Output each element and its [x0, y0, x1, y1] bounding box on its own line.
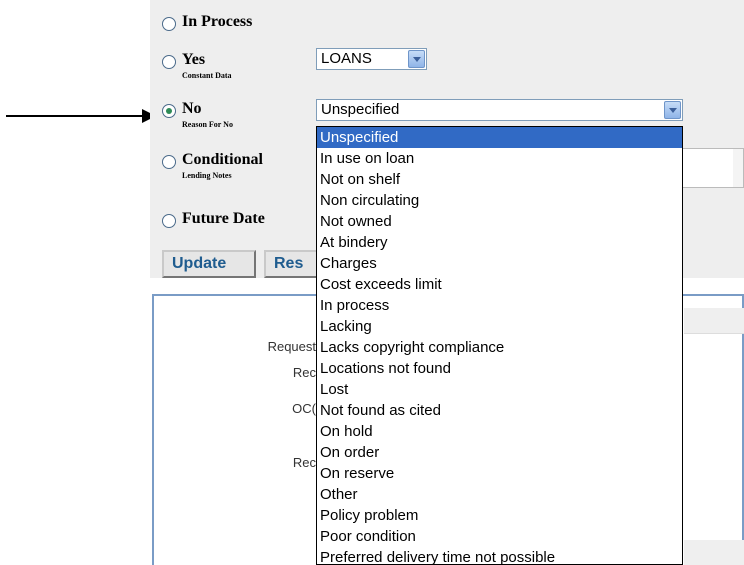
no-sublabel: Reason For No [182, 120, 233, 129]
future-date-label: Future Date [182, 210, 265, 227]
field-label-oclc: OC( [292, 401, 316, 416]
conditional-sublabel: Lending Notes [182, 171, 232, 180]
constant-data-value: LOANS [321, 50, 372, 67]
constant-data-select[interactable]: LOANS [316, 48, 427, 70]
conditional-radio[interactable] [162, 155, 176, 169]
no-label: No [182, 100, 202, 117]
request-details-footer-strip [684, 540, 744, 565]
dropdown-option[interactable]: Not on shelf [317, 169, 682, 190]
request-details-header-strip [684, 308, 744, 334]
option-no[interactable]: No Reason For No [162, 99, 233, 130]
dropdown-option[interactable]: Charges [317, 253, 682, 274]
in-process-radio[interactable] [162, 17, 176, 31]
dropdown-option[interactable]: Lacks copyright compliance [317, 337, 682, 358]
dropdown-option[interactable]: In process [317, 295, 682, 316]
dropdown-option[interactable]: In use on loan [317, 148, 682, 169]
annotation-arrow-icon [6, 109, 156, 123]
dropdown-option[interactable]: Non circulating [317, 190, 682, 211]
chevron-down-icon[interactable] [664, 101, 681, 119]
dropdown-option[interactable]: Lost [317, 379, 682, 400]
conditional-label: Conditional [182, 151, 263, 168]
reason-dropdown-list[interactable]: Unspecified In use on loan Not on shelf … [316, 126, 683, 565]
dropdown-option[interactable]: Preferred delivery time not possible [317, 547, 682, 564]
dropdown-option[interactable]: Unspecified [317, 127, 682, 148]
lending-notes-textarea[interactable] [682, 148, 744, 188]
lending-notes-scrollbar[interactable] [733, 149, 743, 187]
reason-for-no-select[interactable]: Unspecified [316, 99, 683, 121]
chevron-down-icon[interactable] [408, 50, 425, 68]
option-in-process[interactable]: In Process [162, 12, 252, 32]
in-process-label: In Process [182, 13, 253, 30]
dropdown-option[interactable]: Not found as cited [317, 400, 682, 421]
dropdown-option[interactable]: Locations not found [317, 358, 682, 379]
option-future-date[interactable]: Future Date [162, 209, 265, 229]
option-yes[interactable]: Yes Constant Data [162, 50, 232, 81]
reason-for-no-value: Unspecified [321, 101, 400, 118]
dropdown-option[interactable]: Lacking [317, 316, 682, 337]
dropdown-option[interactable]: Other [317, 484, 682, 505]
dropdown-option[interactable]: At bindery [317, 232, 682, 253]
option-conditional[interactable]: Conditional Lending Notes [162, 150, 263, 181]
field-label-rec-2: Rec [292, 455, 316, 470]
no-radio[interactable] [162, 104, 176, 118]
yes-radio[interactable] [162, 55, 176, 69]
yes-sublabel: Constant Data [182, 71, 232, 80]
update-button[interactable]: Update [162, 250, 256, 278]
yes-label: Yes [182, 51, 206, 68]
future-date-radio[interactable] [162, 214, 176, 228]
dropdown-option[interactable]: Poor condition [317, 526, 682, 547]
dropdown-option[interactable]: On order [317, 442, 682, 463]
dropdown-option[interactable]: On hold [317, 421, 682, 442]
dropdown-option[interactable]: Cost exceeds limit [317, 274, 682, 295]
field-label-rec: Rec [292, 365, 316, 380]
dropdown-option[interactable]: Policy problem [317, 505, 682, 526]
field-label-request: Request [267, 339, 316, 354]
reset-button[interactable]: Res [264, 250, 324, 278]
dropdown-option[interactable]: On reserve [317, 463, 682, 484]
dropdown-option[interactable]: Not owned [317, 211, 682, 232]
